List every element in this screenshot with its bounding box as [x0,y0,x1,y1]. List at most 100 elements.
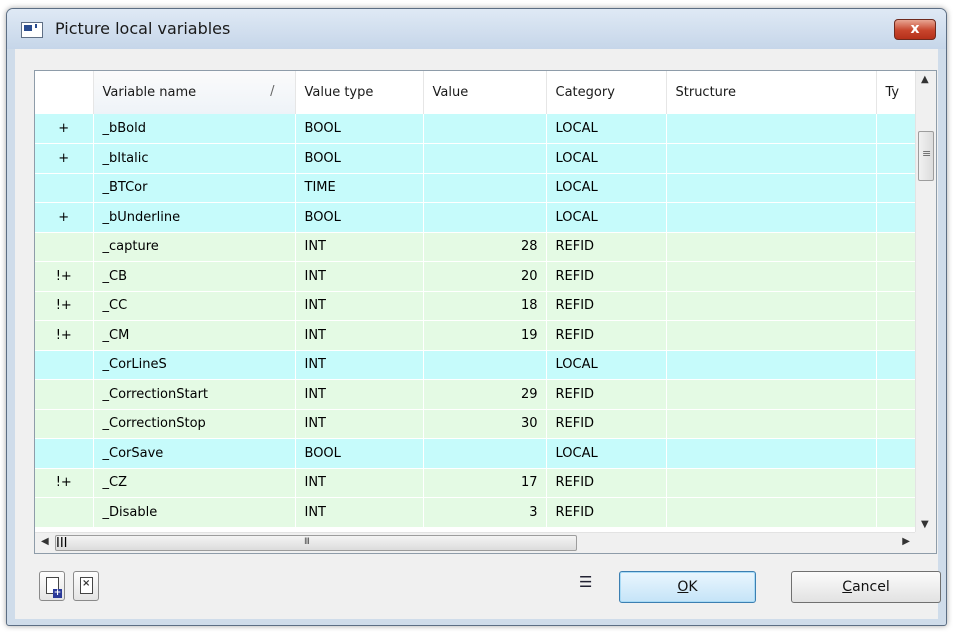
category-cell: LOCAL [546,202,667,233]
value-cell [423,173,547,203]
type-cell [876,173,916,203]
cancel-button[interactable]: Cancel [791,571,941,603]
value-cell: 3 [423,497,547,528]
table-row[interactable]: _Disable INT 3 REFID [35,497,916,528]
value-type-cell: INT [295,497,424,528]
value-cell: 18 [423,291,547,321]
category-cell: LOCAL [546,350,667,380]
table-row[interactable]: !+ _CC INT 18 REFID [35,291,916,321]
category-cell: REFID [546,261,667,292]
list-options-icon[interactable]: ☰ [579,573,597,595]
value-type-cell: INT [295,468,424,498]
type-cell [876,320,916,351]
x-badge-icon: × [82,578,91,589]
row-marker [35,497,94,528]
value-cell: 17 [423,468,547,498]
structure-cell [666,350,877,380]
plus-badge-icon: + [53,588,62,598]
table-row[interactable]: _BTCor TIME LOCAL [35,173,916,203]
variable-name-cell: _CC [93,291,296,321]
table-row[interactable]: _CorLineS INT LOCAL [35,350,916,380]
ok-button[interactable]: OK [619,571,756,603]
variable-name-cell: _bBold [93,114,296,144]
structure-cell [666,409,877,439]
category-cell: LOCAL [546,114,667,144]
table-row[interactable]: + _bUnderline BOOL LOCAL [35,202,916,233]
vertical-scrollbar[interactable]: ▲ ▼ [915,71,936,533]
category-cell: REFID [546,497,667,528]
category-cell: REFID [546,320,667,351]
table-row[interactable]: _CorSave BOOL LOCAL [35,438,916,469]
scroll-right-icon[interactable]: ▶ [902,536,910,547]
table-body: + _bBold BOOL LOCAL + _bItalic BOOL LOCAL _BTCor… [35,114,916,528]
column-header-variable-name[interactable]: Variable name / [93,71,296,114]
row-marker: + [35,202,94,233]
column-header-marker[interactable] [35,71,94,114]
table-row[interactable]: _CorrectionStart INT 29 REFID [35,379,916,410]
table-row[interactable]: _capture INT 28 REFID [35,232,916,262]
value-cell: 30 [423,409,547,439]
type-cell [876,379,916,410]
table-row[interactable]: !+ _CB INT 20 REFID [35,261,916,292]
type-cell [876,409,916,439]
horizontal-scroll-thumb[interactable]: III [55,535,577,551]
structure-cell [666,291,877,321]
type-cell [876,232,916,262]
dialog-client: Variable name / Value type Value Categor… [15,49,941,619]
value-cell: 19 [423,320,547,351]
type-cell [876,291,916,321]
scroll-down-icon[interactable]: ▼ [921,519,929,530]
variable-name-cell: _Disable [93,497,296,528]
table-row[interactable]: + _bItalic BOOL LOCAL [35,143,916,174]
scroll-up-icon[interactable]: ▲ [921,74,929,85]
column-header-value[interactable]: Value [423,71,547,114]
column-header-structure[interactable]: Structure [666,71,877,114]
value-type-cell: BOOL [295,202,424,233]
close-button[interactable]: x [894,19,936,40]
table-row[interactable]: !+ _CZ INT 17 REFID [35,468,916,498]
variable-name-cell: _CorrectionStop [93,409,296,439]
value-cell [423,143,547,174]
value-cell [423,202,547,233]
variable-name-cell: _CZ [93,468,296,498]
table-row[interactable]: !+ _CM INT 19 REFID [35,320,916,351]
value-type-cell: INT [295,291,424,321]
type-cell [876,202,916,233]
row-marker: !+ [35,261,94,292]
ok-mnemonic: O [677,579,689,595]
picture-icon [21,22,43,38]
value-cell: 29 [423,379,547,410]
column-header-value-type[interactable]: Value type [295,71,424,114]
new-variable-button[interactable]: + [39,571,65,601]
category-cell: REFID [546,409,667,439]
delete-variable-button[interactable]: × [73,571,99,601]
table-row[interactable]: + _bBold BOOL LOCAL [35,114,916,144]
category-cell: LOCAL [546,173,667,203]
row-marker: !+ [35,291,94,321]
row-marker [35,438,94,469]
value-cell [423,114,547,144]
row-marker: + [35,114,94,144]
grid-viewport: Variable name / Value type Value Categor… [35,71,916,533]
row-marker [35,350,94,380]
value-cell [423,350,547,380]
sort-indicator-icon: / [270,84,275,99]
row-marker: !+ [35,320,94,351]
column-header-category[interactable]: Category [546,71,667,114]
value-type-cell: TIME [295,173,424,203]
scroll-left-icon[interactable]: ◀ [41,536,49,547]
value-type-cell: INT [295,350,424,380]
table-row[interactable]: _CorrectionStop INT 30 REFID [35,409,916,439]
value-cell: 28 [423,232,547,262]
value-type-cell: INT [295,320,424,351]
column-header-type[interactable]: Ty [876,71,916,114]
column-header-label: Variable name [102,85,197,100]
vertical-scroll-thumb[interactable] [918,131,934,181]
type-cell [876,497,916,528]
horizontal-scrollbar[interactable]: ◀ III ▶ [35,532,916,553]
structure-cell [666,232,877,262]
variable-name-cell: _CorLineS [93,350,296,380]
title-bar[interactable]: Picture local variables x [7,9,946,49]
variable-name-cell: _CorrectionStart [93,379,296,410]
variable-name-cell: _BTCor [93,173,296,203]
